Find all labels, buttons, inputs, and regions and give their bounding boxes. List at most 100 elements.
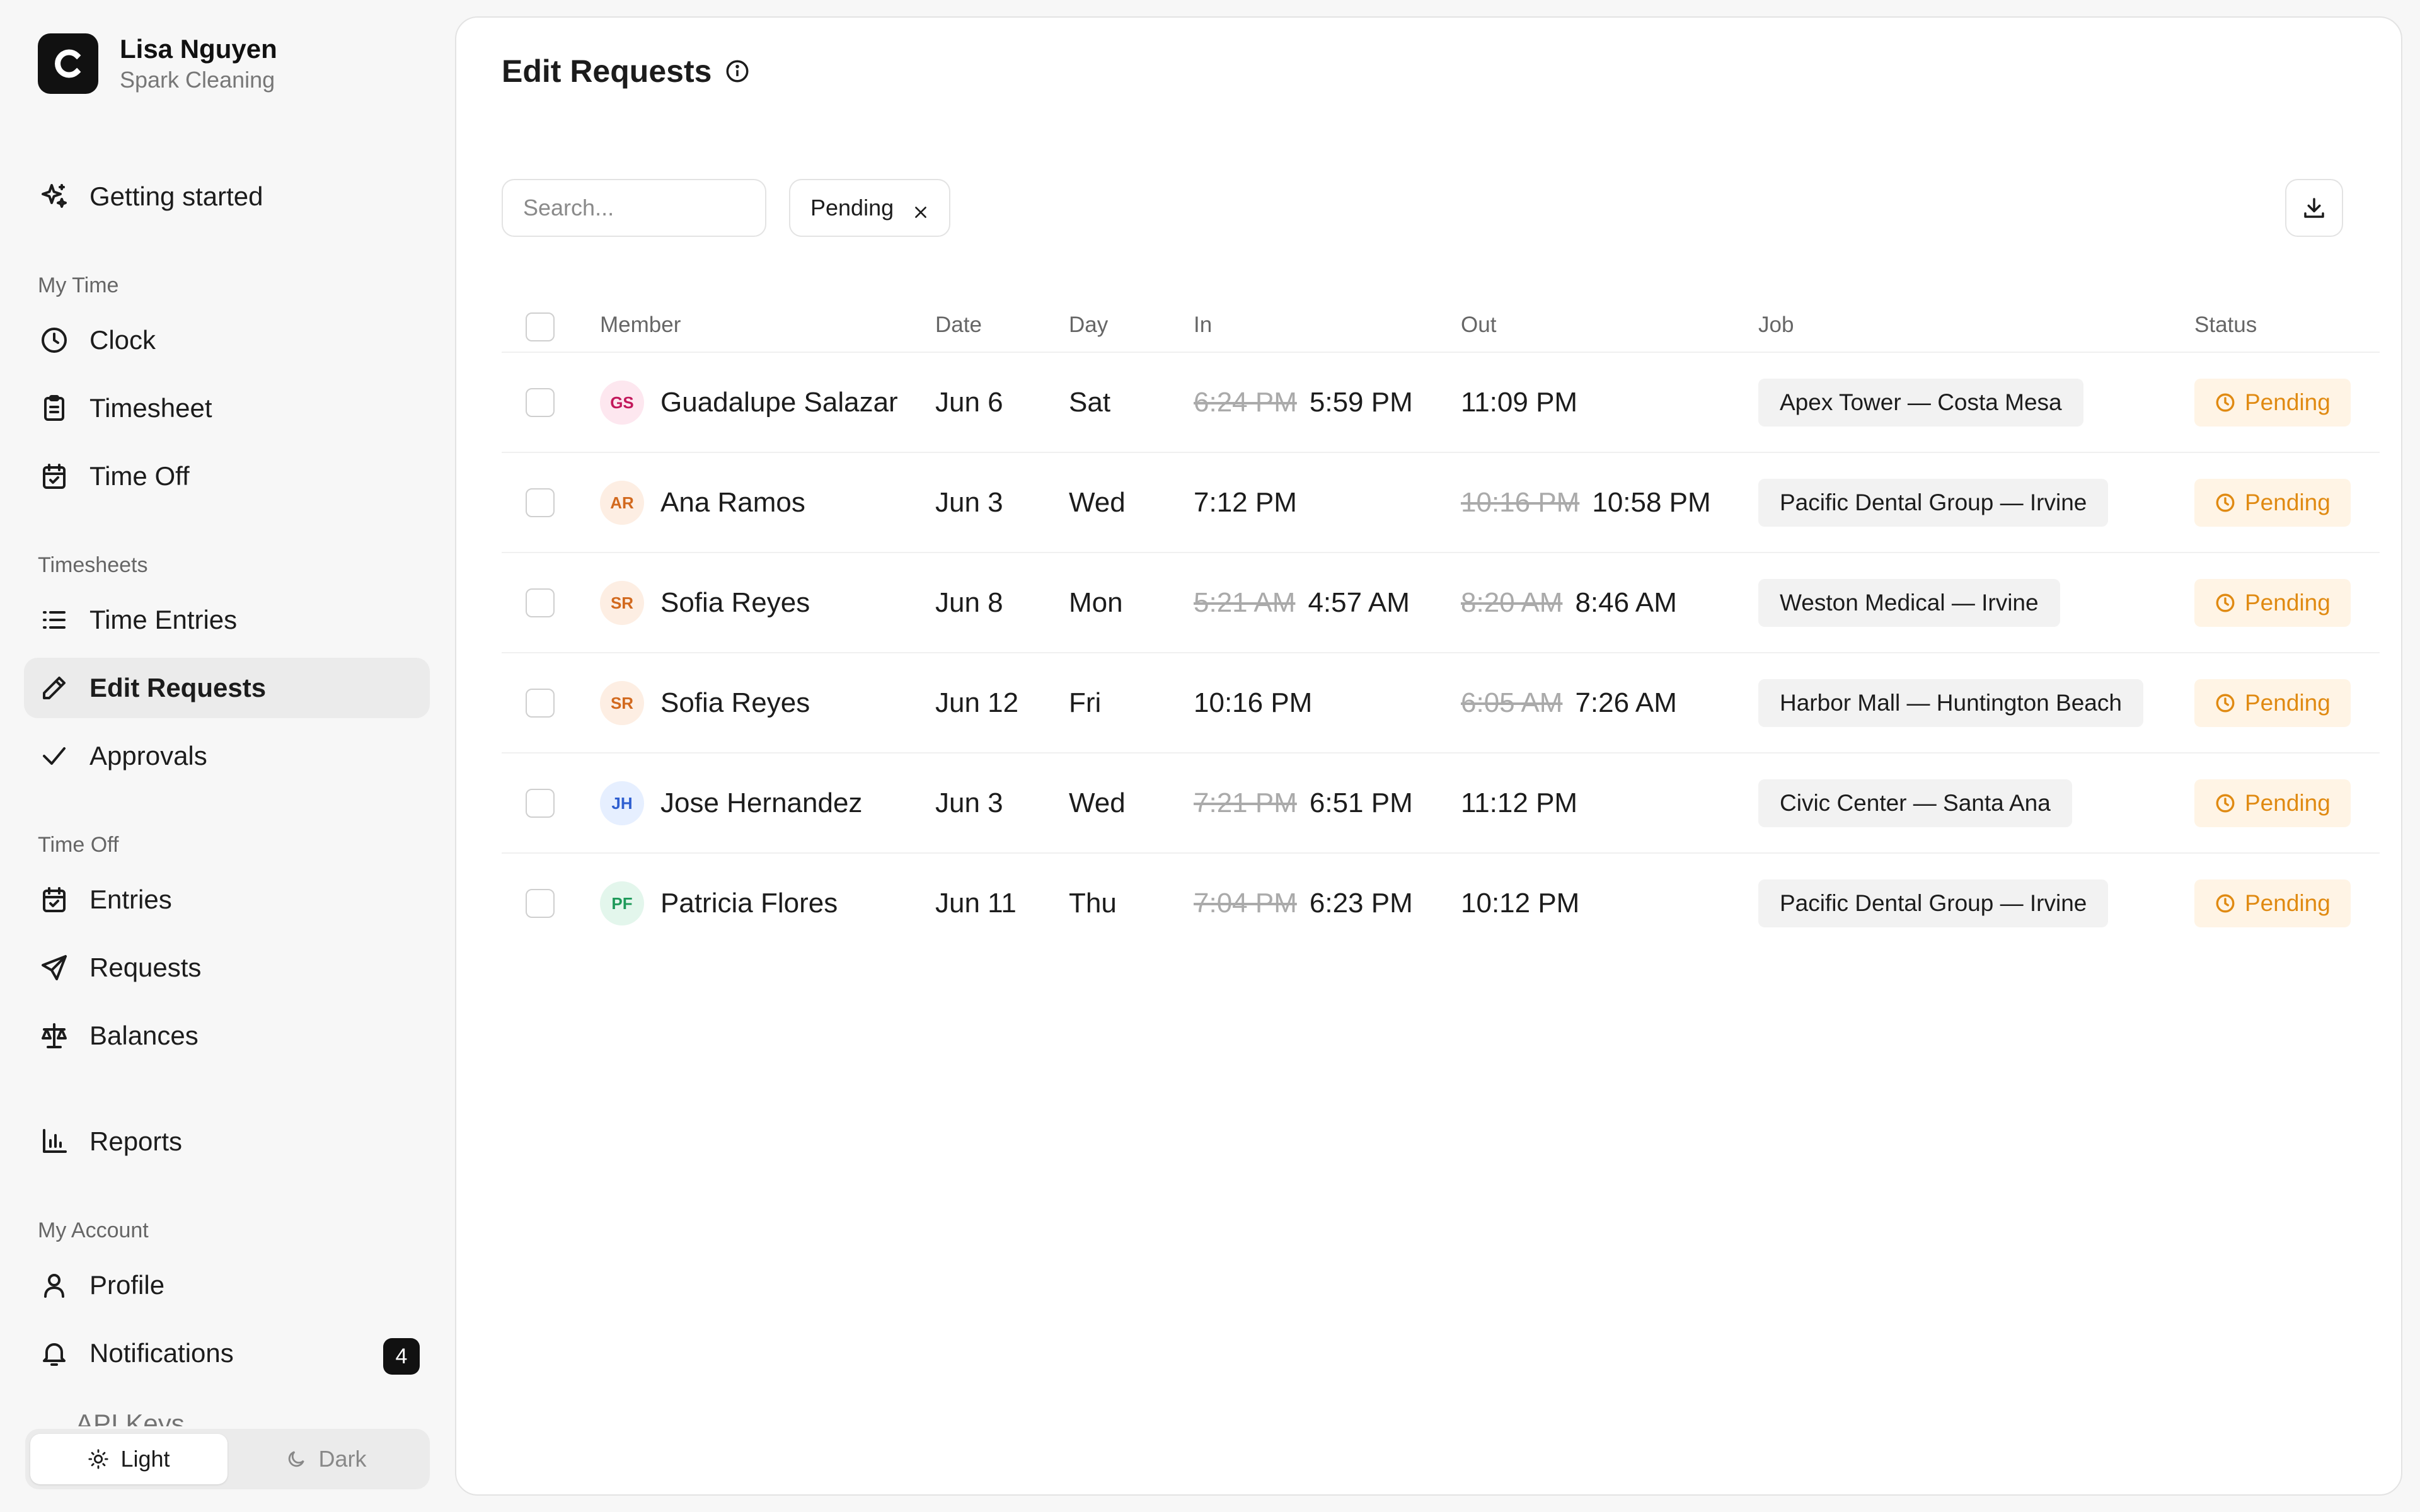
- original-in-time: 7:04 PM: [1194, 888, 1297, 919]
- day-cell: Wed: [1069, 487, 1126, 518]
- out-time-cell: 6:05 AM 7:26 AM: [1461, 653, 1677, 753]
- table-row[interactable]: SR Sofia Reyes Jun 12 Fri 10:16 PM 6:05 …: [502, 652, 2380, 753]
- clock-icon: [2216, 393, 2235, 412]
- nav-label: Notifications: [89, 1338, 234, 1368]
- in-time-cell: 5:21 AM 4:57 AM: [1194, 553, 1410, 653]
- status-cell: Pending: [2194, 653, 2351, 753]
- day-cell: Wed: [1069, 788, 1126, 818]
- nav-entries[interactable]: Entries: [24, 869, 430, 930]
- nav-reports[interactable]: Reports: [24, 1111, 430, 1172]
- select-all-checkbox[interactable]: [526, 312, 555, 341]
- date-cell: Jun 3: [935, 487, 1003, 518]
- nav-getting-started[interactable]: Getting started: [24, 166, 430, 227]
- workspace-switcher[interactable]: Lisa Nguyen Spark Cleaning: [38, 33, 277, 94]
- original-out-time: 6:05 AM: [1461, 687, 1563, 718]
- status-badge: Pending: [2194, 579, 2351, 627]
- sparkles-icon: [38, 180, 71, 213]
- table-row[interactable]: JH Jose Hernandez Jun 3 Wed 7:21 PM 6:51 …: [502, 752, 2380, 853]
- info-icon[interactable]: [724, 58, 751, 84]
- row-checkbox[interactable]: [526, 789, 555, 818]
- original-out-time: 8:20 AM: [1461, 587, 1563, 618]
- job-cell: Pacific Dental Group — Irvine: [1758, 854, 2109, 953]
- member-cell: PF Patricia Flores: [600, 854, 838, 953]
- status-badge: Pending: [2194, 879, 2351, 927]
- bell-icon: [38, 1337, 71, 1370]
- nav-notifications[interactable]: Notifications 4: [24, 1323, 430, 1383]
- job-tag: Weston Medical — Irvine: [1758, 579, 2060, 627]
- theme-light-button[interactable]: Light: [30, 1434, 228, 1484]
- day-cell: Fri: [1069, 687, 1102, 718]
- requested-in-time: 5:59 PM: [1309, 387, 1413, 418]
- search-input[interactable]: [502, 179, 766, 237]
- status-cell: Pending: [2194, 753, 2351, 853]
- nav-time-off[interactable]: Time Off: [24, 446, 430, 507]
- table-row[interactable]: SR Sofia Reyes Jun 8 Mon 5:21 AM 4:57 AM …: [502, 552, 2380, 653]
- table-row[interactable]: AR Ana Ramos Jun 3 Wed 7:12 PM 10:16 PM 1…: [502, 452, 2380, 553]
- nav-time-entries[interactable]: Time Entries: [24, 590, 430, 650]
- row-checkbox[interactable]: [526, 889, 555, 918]
- clock-icon: [2216, 593, 2235, 612]
- column-header-day[interactable]: Day: [1069, 312, 1108, 338]
- status-cell: Pending: [2194, 553, 2351, 653]
- in-time-cell: 7:04 PM 6:23 PM: [1194, 854, 1413, 953]
- clock-icon: [2216, 493, 2235, 512]
- download-button[interactable]: [2285, 179, 2343, 237]
- column-header-date[interactable]: Date: [935, 312, 982, 338]
- member-cell: AR Ana Ramos: [600, 453, 805, 553]
- section-timesheets: Timesheets: [38, 553, 148, 577]
- section-my-time: My Time: [38, 273, 119, 297]
- out-time-cell: 10:12 PM: [1461, 854, 1579, 953]
- nav-api-keys-partial[interactable]: API Keys: [38, 1401, 429, 1426]
- status-label: Pending: [2245, 590, 2331, 616]
- row-checkbox[interactable]: [526, 588, 555, 617]
- job-tag: Harbor Mall — Huntington Beach: [1758, 679, 2143, 727]
- date-cell: Jun 11: [935, 888, 1017, 919]
- member-name: Sofia Reyes: [660, 687, 810, 718]
- member-name: Sofia Reyes: [660, 587, 810, 618]
- requested-in-time: 7:12 PM: [1194, 487, 1297, 518]
- theme-dark-label: Dark: [318, 1446, 367, 1472]
- status-cell: Pending: [2194, 353, 2351, 452]
- column-header-member[interactable]: Member: [600, 312, 681, 338]
- status-cell: Pending: [2194, 453, 2351, 553]
- nav-balances[interactable]: Balances: [24, 1005, 430, 1066]
- day-cell: Thu: [1069, 888, 1117, 919]
- nav-edit-requests[interactable]: Edit Requests: [24, 658, 430, 718]
- nav-label: Approvals: [89, 741, 207, 770]
- column-header-in[interactable]: In: [1194, 312, 1212, 338]
- avatar: JH: [600, 781, 644, 825]
- table-row[interactable]: PF Patricia Flores Jun 11 Thu 7:04 PM 6:2…: [502, 852, 2380, 953]
- row-checkbox[interactable]: [526, 689, 555, 718]
- send-icon: [38, 951, 71, 984]
- job-cell: Weston Medical — Irvine: [1758, 553, 2060, 653]
- nav-clock[interactable]: Clock: [24, 310, 430, 370]
- nav-profile[interactable]: Profile: [24, 1255, 430, 1315]
- member-name: Ana Ramos: [660, 487, 805, 518]
- requested-out-time: 11:09 PM: [1461, 387, 1578, 418]
- filter-chip-pending[interactable]: Pending: [789, 179, 951, 237]
- nav-requests[interactable]: Requests: [24, 937, 430, 998]
- column-header-status[interactable]: Status: [2194, 312, 2257, 338]
- nav-timesheet[interactable]: Timesheet: [24, 378, 430, 438]
- moon-icon: [289, 1451, 305, 1467]
- theme-toggle[interactable]: Light Dark: [25, 1429, 430, 1489]
- row-checkbox[interactable]: [526, 388, 555, 417]
- job-tag: Apex Tower — Costa Mesa: [1758, 379, 2083, 427]
- row-checkbox[interactable]: [526, 488, 555, 517]
- nav-label: Reports: [89, 1126, 183, 1156]
- column-header-job[interactable]: Job: [1758, 312, 1794, 338]
- requested-in-time: 4:57 AM: [1308, 587, 1410, 618]
- sun-icon: [88, 1449, 109, 1469]
- theme-dark-button[interactable]: Dark: [228, 1434, 425, 1484]
- nav-approvals[interactable]: Approvals: [24, 726, 430, 786]
- requested-out-time: 10:58 PM: [1592, 487, 1711, 518]
- out-time-cell: 10:16 PM 10:58 PM: [1461, 453, 1711, 553]
- nav-label: Time Entries: [89, 605, 238, 634]
- bar-chart-icon: [38, 1125, 71, 1158]
- column-header-out[interactable]: Out: [1461, 312, 1496, 338]
- filter-chip-label: Pending: [810, 195, 894, 220]
- requested-in-time: 6:23 PM: [1309, 888, 1413, 919]
- close-icon[interactable]: [913, 200, 929, 218]
- table-row[interactable]: GS Guadalupe Salazar Jun 6 Sat 6:24 PM 5:…: [502, 352, 2380, 452]
- day-cell: Sat: [1069, 387, 1111, 418]
